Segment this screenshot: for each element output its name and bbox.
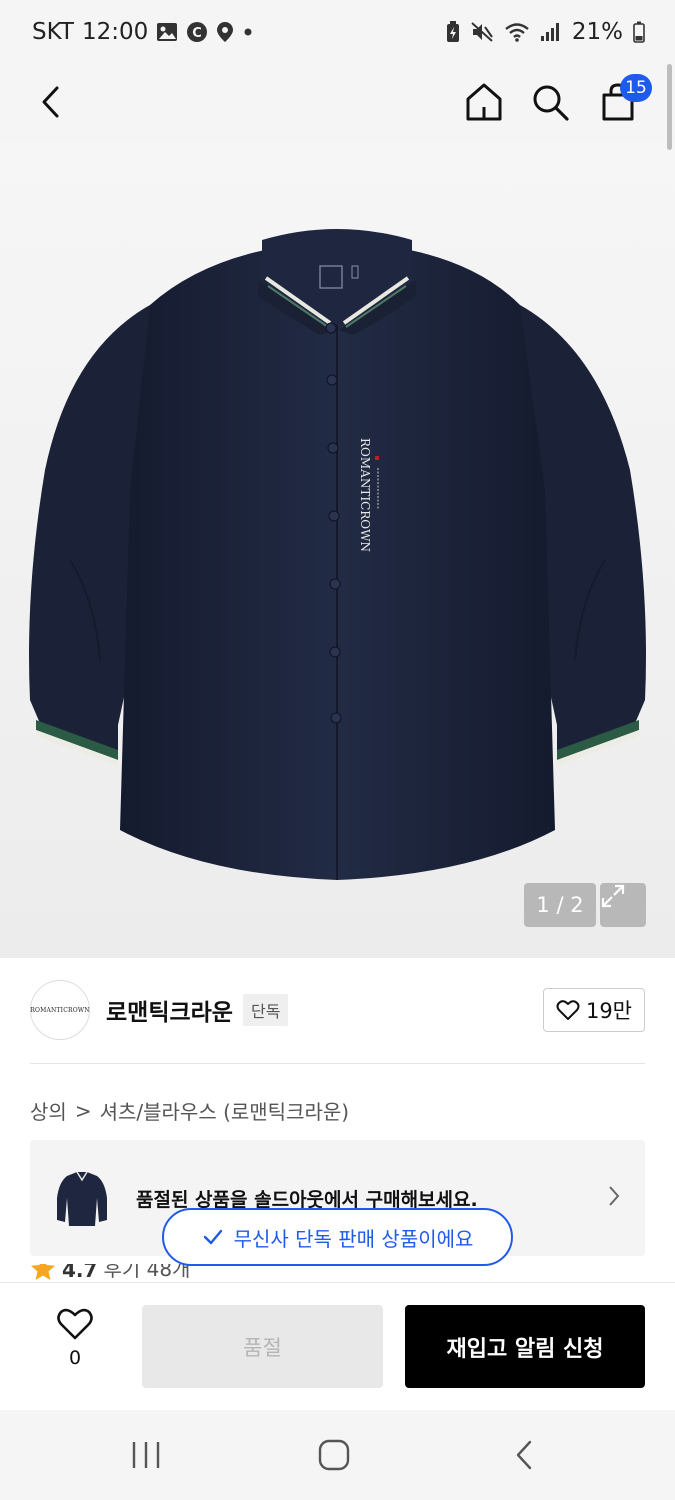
check-icon — [203, 1229, 222, 1245]
home-button[interactable] — [458, 76, 510, 128]
heart-icon — [57, 1308, 93, 1340]
breadcrumb-category[interactable]: 상의 — [30, 1096, 67, 1125]
expand-icon — [601, 884, 625, 908]
toast-text: 무신사 단독 판매 상품이에요 — [233, 1226, 474, 1251]
star-icon — [31, 1264, 55, 1280]
brand-like-button[interactable]: 19만 — [542, 988, 645, 1032]
cart-count-badge: 15 — [620, 74, 652, 102]
android-nav-bar — [0, 1410, 675, 1500]
exclusive-toast: 무신사 단독 판매 상품이에요 — [162, 1208, 513, 1266]
home-circle-icon — [318, 1439, 350, 1471]
search-icon — [533, 85, 569, 121]
recent-apps-icon — [132, 1442, 160, 1468]
rating-summary[interactable]: 4.7 후기 48개 — [30, 1264, 190, 1282]
wishlist-count: 0 — [68, 1347, 82, 1369]
battery-icon — [633, 21, 645, 43]
brand-like-count: 19만 — [585, 999, 632, 1023]
brand-row: ROMANTICROWN 로맨틱크라운 단독 19만 — [30, 978, 645, 1042]
location-icon — [216, 21, 234, 43]
soldout-button: 품절 — [142, 1305, 383, 1388]
status-bar: SKT 12:00 C 21% — [0, 0, 675, 64]
breadcrumb-separator: > — [74, 1098, 92, 1123]
breadcrumb: 상의 > 셔츠/블라우스 (로맨틱크라운) — [30, 1096, 349, 1125]
scrollbar[interactable] — [667, 64, 672, 150]
divider — [30, 1063, 645, 1064]
top-nav: 15 — [0, 64, 675, 140]
dot-icon — [242, 26, 254, 38]
heart-icon — [556, 1000, 580, 1020]
back-icon — [42, 86, 59, 118]
product-image: ROMANTICROWN — [29, 229, 646, 880]
battery-percent: 21% — [571, 19, 623, 45]
back-nav-button[interactable] — [494, 1432, 554, 1478]
signal-icon — [540, 22, 562, 42]
home-nav-button[interactable] — [304, 1432, 364, 1478]
wishlist-button[interactable]: 0 — [44, 1307, 106, 1369]
search-button[interactable] — [524, 76, 576, 128]
expand-image-button[interactable] — [600, 883, 646, 927]
cart-button[interactable]: 15 — [592, 74, 652, 128]
exclusive-badge: 단독 — [242, 994, 289, 1026]
home-icon — [466, 83, 502, 121]
mute-icon — [470, 21, 494, 43]
c-app-icon: C — [186, 21, 208, 43]
gallery-icon — [156, 22, 178, 42]
product-image-gallery[interactable]: ROMANTICROWN 1 / 2 — [0, 140, 675, 958]
chevron-right-icon — [607, 1184, 621, 1212]
promo-thumbnail — [52, 1165, 112, 1231]
clock: 12:00 — [81, 19, 149, 45]
review-count: 후기 48개 — [103, 1264, 191, 1281]
rating-score: 4.7 — [62, 1264, 98, 1282]
recent-apps-button[interactable] — [116, 1432, 176, 1478]
brand-logo[interactable]: ROMANTICROWN — [30, 980, 90, 1040]
svg-text:C: C — [192, 26, 202, 41]
wifi-icon — [504, 21, 530, 43]
back-button[interactable] — [26, 76, 78, 128]
back-nav-icon — [516, 1440, 532, 1470]
bottom-action-bar: 0 품절 재입고 알림 신청 — [0, 1282, 675, 1410]
carrier: SKT — [32, 19, 74, 45]
brand-logo-text: ROMANTICROWN — [30, 1006, 90, 1014]
brand-name[interactable]: 로맨틱크라운 — [106, 993, 233, 1027]
svg-text:ROMANTICROWN: ROMANTICROWN — [358, 438, 372, 552]
battery-saver-icon — [446, 21, 460, 43]
image-counter: 1 / 2 — [524, 883, 596, 927]
restock-alert-button[interactable]: 재입고 알림 신청 — [405, 1305, 645, 1388]
breadcrumb-subcategory[interactable]: 셔츠/블라우스 (로맨틱크라운) — [100, 1096, 350, 1125]
